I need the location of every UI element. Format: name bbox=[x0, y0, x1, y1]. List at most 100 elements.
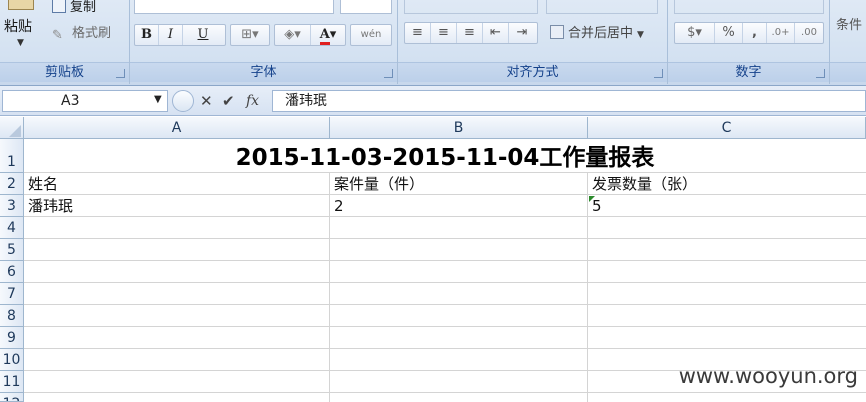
currency-icon[interactable]: $▾ bbox=[675, 23, 715, 43]
font-size-combo[interactable] bbox=[340, 0, 392, 14]
clipboard-group: 粘贴 ▼ 复制 ✎ 格式刷 剪贴板 bbox=[0, 0, 130, 84]
underline-button[interactable]: U bbox=[183, 25, 223, 45]
row-header-9[interactable]: 9 bbox=[0, 327, 24, 349]
font-group-label: 字体 bbox=[130, 62, 397, 82]
gridline bbox=[24, 392, 866, 393]
decrease-indent-icon[interactable]: ⇤ bbox=[483, 23, 509, 43]
font-color-icon: A bbox=[319, 27, 330, 45]
spreadsheet-grid: A B C 1 2 3 4 5 6 7 8 9 10 11 12 2015-11… bbox=[0, 117, 866, 402]
expand-icon[interactable] bbox=[172, 90, 194, 112]
styles-group-label bbox=[830, 62, 866, 82]
gridline bbox=[24, 238, 866, 239]
clipboard-icon bbox=[8, 0, 34, 10]
comma-button[interactable]: , bbox=[743, 23, 767, 43]
merge-center-button[interactable]: 合并后居中 ▼ bbox=[550, 24, 644, 44]
gridline bbox=[24, 216, 866, 217]
phonetic-button[interactable]: wén bbox=[350, 24, 392, 46]
font-color-button[interactable]: A▾ bbox=[311, 25, 345, 45]
align-right-icon[interactable]: ≡ bbox=[457, 23, 483, 43]
gridline bbox=[24, 260, 866, 261]
align-center-icon[interactable]: ≡ bbox=[431, 23, 457, 43]
row-header-3[interactable]: 3 bbox=[0, 195, 24, 217]
enter-checkmark-icon[interactable]: ✔ bbox=[222, 90, 235, 112]
decrease-decimal-icon[interactable]: .00 bbox=[795, 23, 823, 43]
increase-indent-icon[interactable]: ⇥ bbox=[509, 23, 535, 43]
name-box[interactable]: A3 bbox=[2, 90, 168, 112]
column-header-row: A B C bbox=[0, 117, 866, 139]
row-header-8[interactable]: 8 bbox=[0, 305, 24, 327]
formula-input[interactable]: 潘玮珉 bbox=[272, 90, 866, 112]
alignment-dialog-launcher-icon[interactable] bbox=[654, 69, 663, 78]
number-dialog-launcher-icon[interactable] bbox=[816, 69, 825, 78]
formula-bar: A3 ▼ ✕ ✔ fx 潘玮珉 bbox=[0, 86, 866, 116]
select-all-icon bbox=[9, 125, 21, 137]
alignment-group: ≡ ≡ ≡ ⇤ ⇥ 合并后居中 ▼ 对齐方式 bbox=[398, 0, 668, 84]
font-name-combo[interactable] bbox=[134, 0, 334, 14]
select-all-corner[interactable] bbox=[0, 117, 24, 139]
paste-label: 粘贴 bbox=[4, 19, 32, 35]
chevron-down-icon[interactable]: ▼ bbox=[154, 90, 162, 110]
chevron-down-icon: ▼ bbox=[637, 30, 644, 40]
chevron-down-icon: ▼ bbox=[17, 38, 24, 48]
align-left-icon[interactable]: ≡ bbox=[405, 23, 431, 43]
fill-font-color-toolbar: ◈▾ A▾ bbox=[274, 24, 346, 46]
row-header-7[interactable]: 7 bbox=[0, 283, 24, 305]
cell-a2[interactable]: 姓名 bbox=[28, 174, 58, 195]
bold-button[interactable]: B bbox=[135, 25, 159, 45]
clipboard-group-label: 剪贴板 bbox=[0, 62, 129, 82]
align-toolbar: ≡ ≡ ≡ ⇤ ⇥ bbox=[404, 22, 538, 44]
format-painter-button[interactable]: ✎ 格式刷 bbox=[52, 24, 111, 44]
percent-button[interactable]: % bbox=[715, 23, 743, 43]
paint-bucket-icon: ◈ bbox=[284, 27, 295, 42]
cell-b2[interactable]: 案件量（件） bbox=[334, 174, 424, 195]
italic-button[interactable]: I bbox=[159, 25, 183, 45]
fill-color-button[interactable]: ◈▾ bbox=[275, 25, 311, 45]
paintbrush-icon: ✎ bbox=[52, 28, 63, 43]
gridline bbox=[24, 326, 866, 327]
conditional-formatting-button[interactable]: 条件 bbox=[836, 16, 862, 36]
report-title-cell[interactable]: 2015-11-03-2015-11-04工作量报表 bbox=[24, 143, 866, 173]
paste-button[interactable]: 粘贴 ▼ bbox=[0, 0, 42, 60]
column-header-b[interactable]: B bbox=[330, 117, 588, 139]
text-orientation-button[interactable] bbox=[546, 0, 658, 14]
number-group: $▾ % , .0+ .00 数字 bbox=[668, 0, 830, 84]
number-group-label: 数字 bbox=[668, 62, 829, 82]
row-header-5[interactable]: 5 bbox=[0, 239, 24, 261]
column-header-c[interactable]: C bbox=[588, 117, 866, 139]
gridline bbox=[24, 348, 866, 349]
row-header-1[interactable]: 1 bbox=[0, 139, 24, 173]
font-dialog-launcher-icon[interactable] bbox=[384, 69, 393, 78]
formula-buttons: ✕ ✔ fx bbox=[172, 90, 268, 112]
font-style-toolbar: B I U bbox=[134, 24, 226, 46]
copy-button[interactable]: 复制 bbox=[52, 0, 96, 18]
cell-c3[interactable]: 5 bbox=[592, 196, 602, 217]
gridline bbox=[24, 194, 866, 195]
cell-c2[interactable]: 发票数量（张） bbox=[592, 174, 697, 195]
increase-decimal-icon[interactable]: .0+ bbox=[767, 23, 795, 43]
clipboard-dialog-launcher-icon[interactable] bbox=[116, 69, 125, 78]
number-format-combo[interactable] bbox=[674, 0, 824, 14]
row-header-4[interactable]: 4 bbox=[0, 217, 24, 239]
gridline bbox=[587, 173, 588, 402]
cancel-icon[interactable]: ✕ bbox=[200, 90, 213, 112]
wrap-text-button[interactable] bbox=[404, 0, 538, 14]
gridline bbox=[329, 173, 330, 402]
row-header-2[interactable]: 2 bbox=[0, 173, 24, 195]
font-group: B I U ⊞▾ ◈▾ A▾ wén 字体 bbox=[130, 0, 398, 84]
styles-group: 条件 bbox=[830, 0, 866, 84]
row-header-12[interactable]: 12 bbox=[0, 393, 24, 402]
insert-function-icon[interactable]: fx bbox=[246, 90, 259, 112]
ribbon: 粘贴 ▼ 复制 ✎格式刷 剪贴板 B I U ⊞▾ ◈▾ A▾ wén 字体 bbox=[0, 0, 866, 86]
borders-button[interactable]: ⊞▾ bbox=[230, 24, 270, 46]
cell-a3[interactable]: 潘玮珉 bbox=[28, 196, 73, 217]
cell-b3[interactable]: 2 bbox=[334, 196, 344, 217]
gridline bbox=[24, 282, 866, 283]
borders-icon: ⊞▾ bbox=[241, 27, 259, 42]
row-header-11[interactable]: 11 bbox=[0, 371, 24, 393]
column-header-a[interactable]: A bbox=[24, 117, 330, 139]
row-header-6[interactable]: 6 bbox=[0, 261, 24, 283]
copy-icon bbox=[52, 0, 66, 13]
alignment-group-label: 对齐方式 bbox=[398, 62, 667, 82]
watermark: www.wooyun.org bbox=[678, 364, 858, 388]
row-header-10[interactable]: 10 bbox=[0, 349, 24, 371]
